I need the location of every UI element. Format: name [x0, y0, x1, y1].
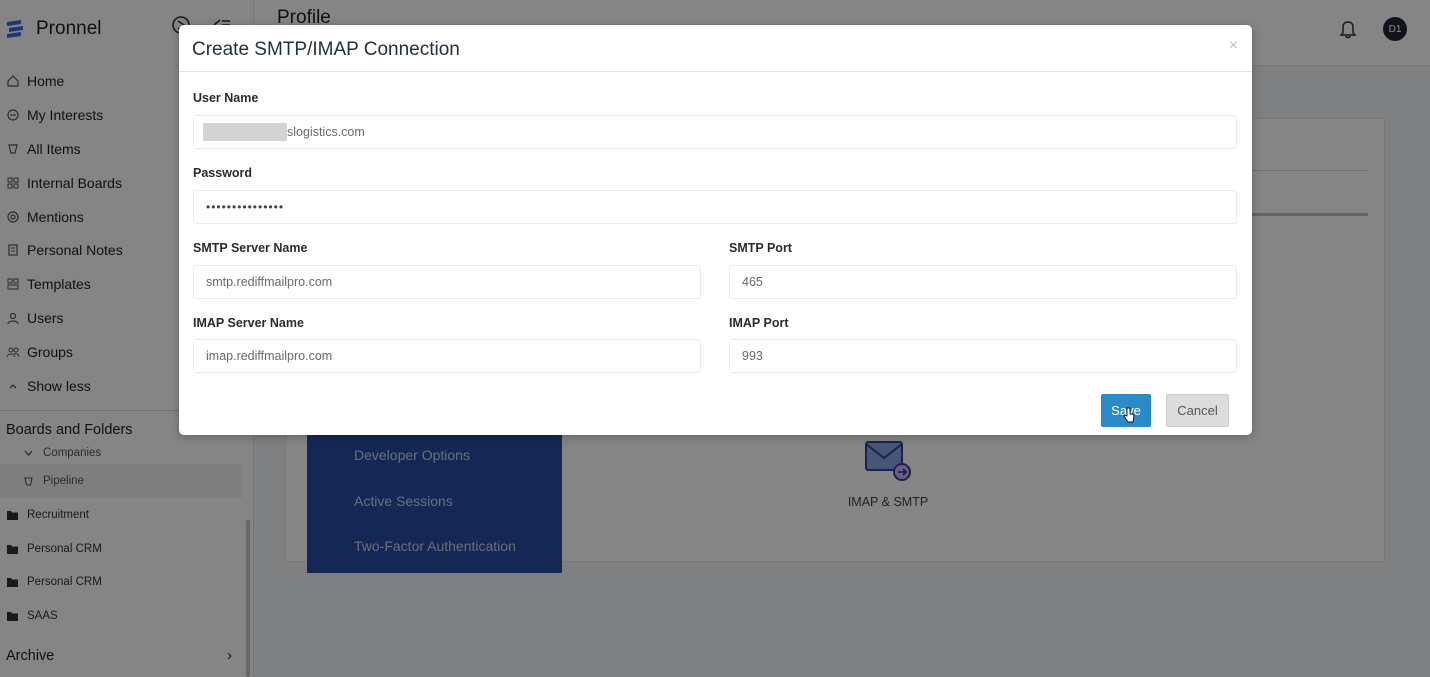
smtp-imap-modal: Create SMTP/IMAP Connection × User Name …: [179, 25, 1252, 435]
username-field[interactable]: slogistics.com: [193, 115, 1237, 149]
close-icon[interactable]: ×: [1229, 37, 1238, 55]
imap-port-label: IMAP Port: [729, 316, 789, 330]
password-field[interactable]: •••••••••••••••: [193, 190, 1237, 224]
password-value: •••••••••••••••: [206, 200, 285, 214]
imap-server-value: imap.rediffmailpro.com: [206, 349, 333, 363]
imap-port-value: 993: [742, 349, 763, 363]
smtp-server-field[interactable]: smtp.rediffmailpro.com: [193, 265, 701, 299]
username-value: slogistics.com: [287, 125, 365, 139]
redacted-block: [203, 123, 287, 141]
password-label: Password: [193, 166, 253, 180]
smtp-port-value: 465: [742, 275, 763, 289]
imap-server-field[interactable]: imap.rediffmailpro.com: [193, 339, 701, 373]
modal-title: Create SMTP/IMAP Connection: [192, 39, 460, 60]
cancel-button[interactable]: Cancel: [1166, 394, 1229, 427]
smtp-server-label: SMTP Server Name: [193, 241, 308, 255]
smtp-port-field[interactable]: 465: [729, 265, 1237, 299]
username-label: User Name: [193, 91, 259, 105]
smtp-port-label: SMTP Port: [729, 241, 792, 255]
imap-server-label: IMAP Server Name: [193, 316, 304, 330]
hand-cursor-icon: [1123, 407, 1135, 423]
modal-divider: [179, 71, 1252, 72]
imap-port-field[interactable]: 993: [729, 339, 1237, 373]
smtp-server-value: smtp.rediffmailpro.com: [206, 275, 333, 289]
